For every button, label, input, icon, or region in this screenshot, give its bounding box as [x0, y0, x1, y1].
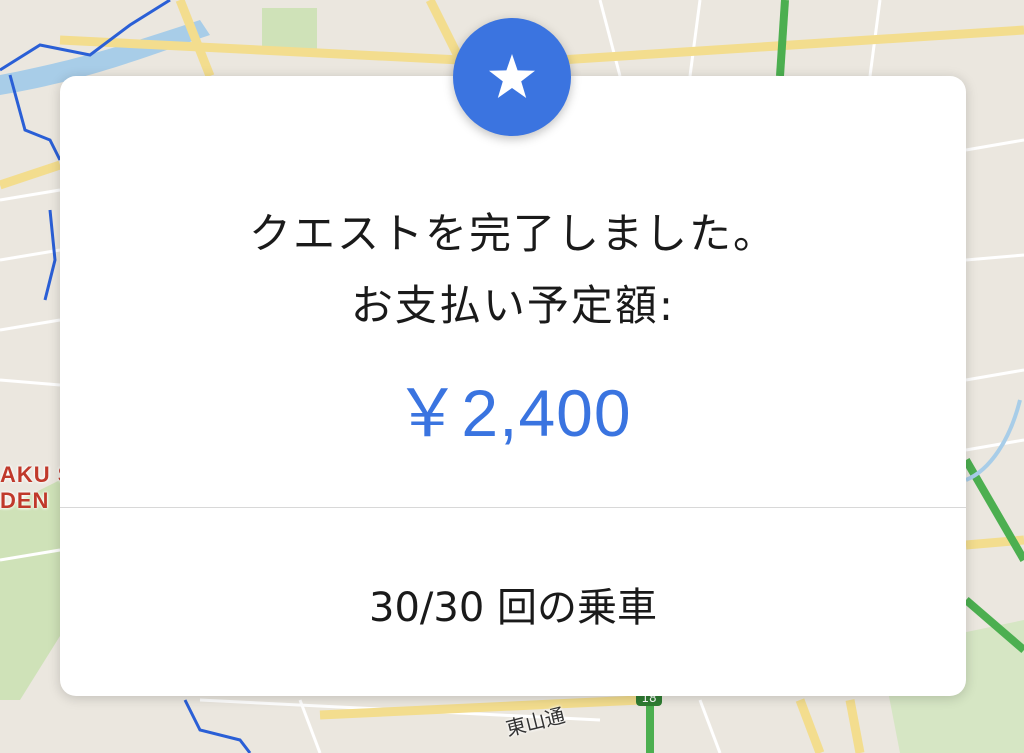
payment-amount-label: お支払い予定額:	[350, 281, 676, 330]
quest-complete-message: クエストを完了しました。	[248, 209, 777, 258]
poi-label-2: DEN	[0, 488, 50, 513]
star-icon	[489, 54, 535, 98]
payment-amount: ￥2,400	[394, 376, 632, 450]
trips-count: 30/30 回の乗車	[369, 585, 657, 631]
divider	[60, 507, 966, 508]
star-badge	[453, 18, 571, 136]
